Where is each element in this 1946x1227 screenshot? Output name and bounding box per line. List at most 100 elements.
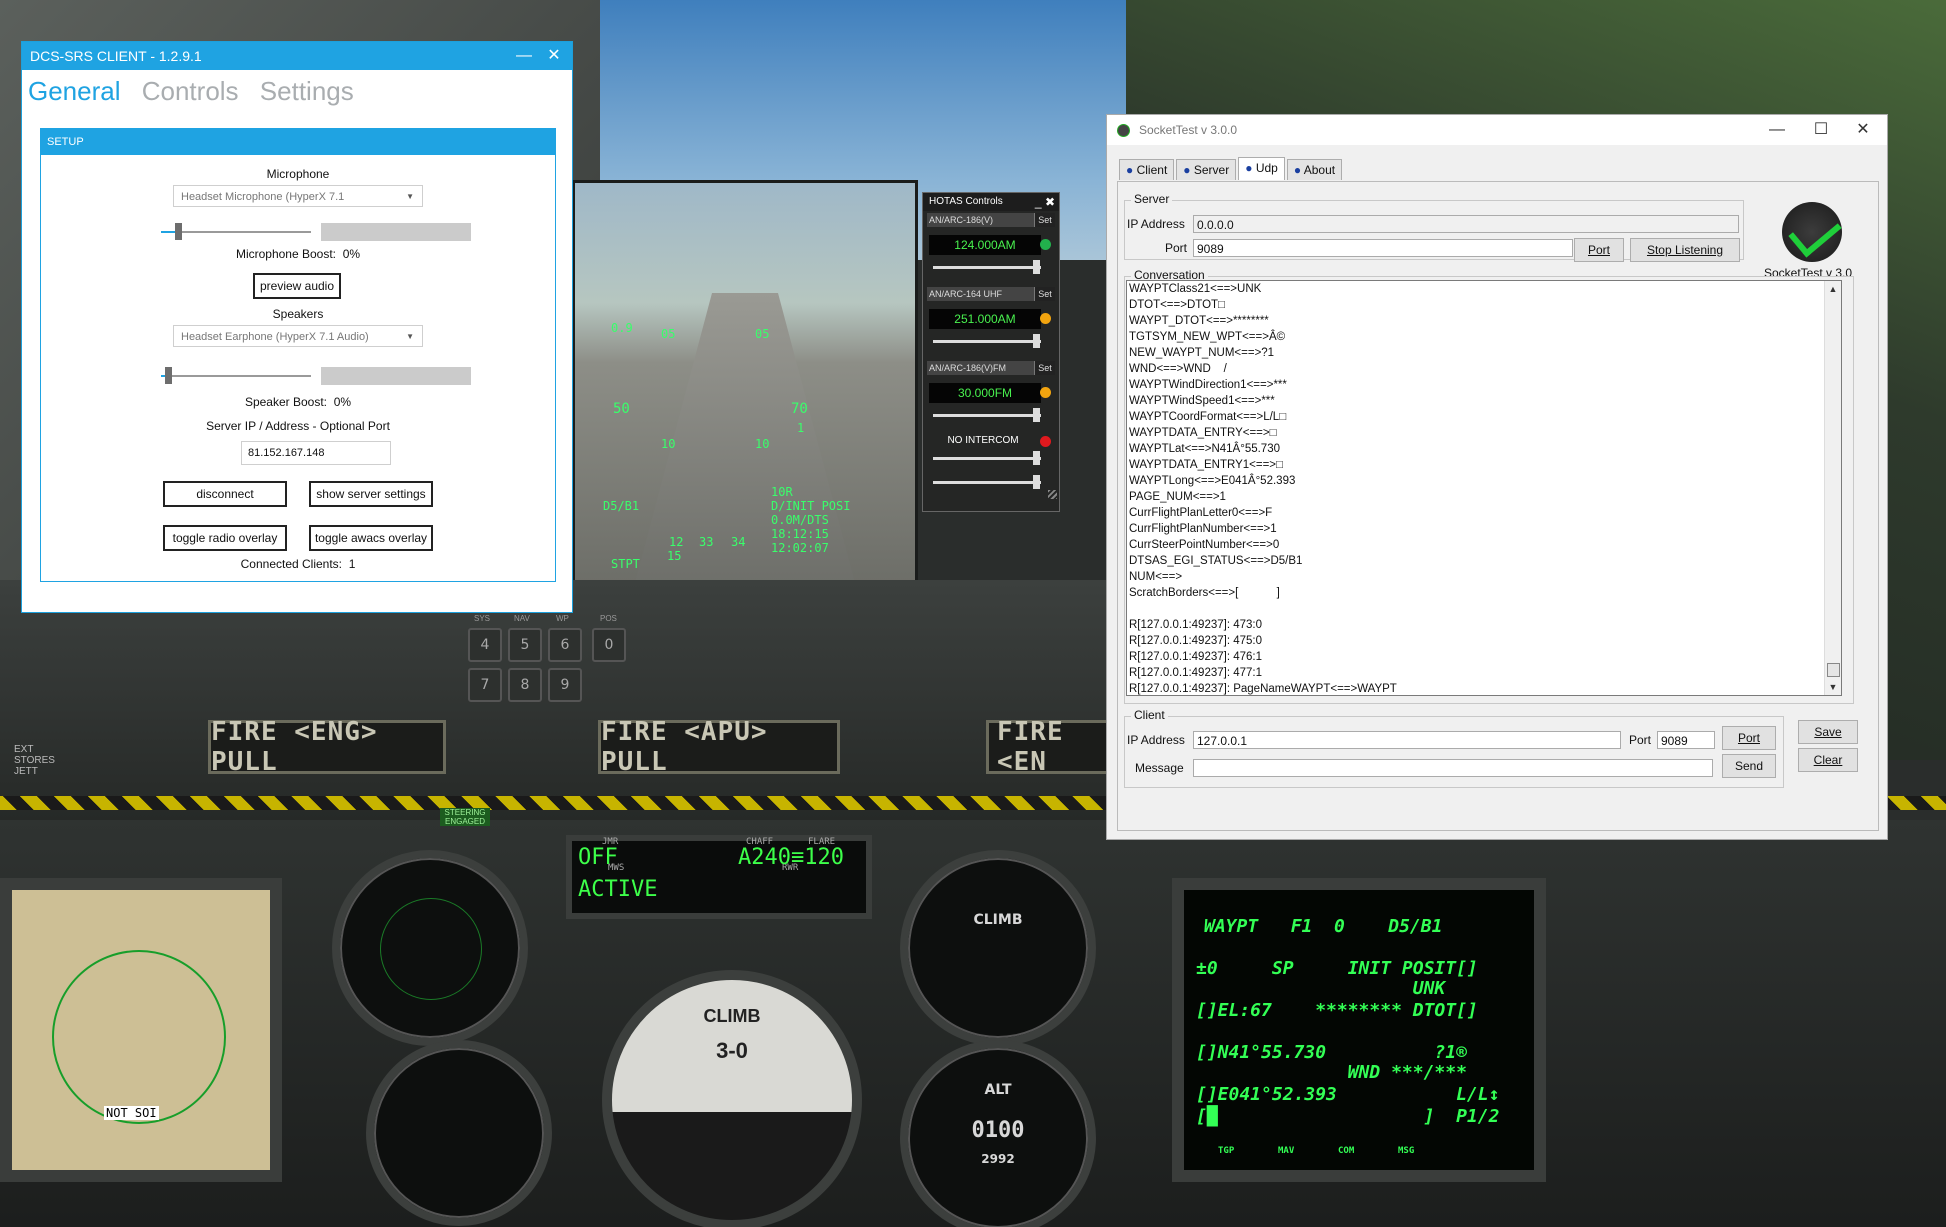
clear-button[interactable]: Clear [1798,748,1858,772]
toggle-radio-overlay-button[interactable]: toggle radio overlay [163,525,287,551]
srs-close-button[interactable]: ✕ [540,42,568,70]
hotas-title: HOTAS Controls [929,196,1003,207]
client-port-button[interactable]: Port [1722,726,1776,750]
conversation-log[interactable]: WAYPTClass21<==>UNK DTOT<==>DTOT□ WAYPT_DT… [1126,280,1842,696]
mfd-osb-tgp: TGP [1218,1146,1235,1156]
conversation-line: WAYPTWindDirection1<==>*** [1129,379,1287,391]
conversation-line: NUM<==> [1129,571,1183,583]
hud-right-scale-2: 1 [797,421,805,435]
intercom-volume-thumb[interactable] [1033,451,1040,465]
preview-audio-button[interactable]: preview audio [253,273,341,299]
client-group: Client IP Address 127.0.0.1 Port 9089 Me… [1124,708,1784,788]
radio-3-status-led[interactable] [1040,387,1051,398]
mic-level-meter [321,223,471,241]
conversation-line: WND<==>WND / [1129,363,1227,375]
tab-client-dot-icon: ● [1126,163,1134,177]
client-port-field[interactable]: 9089 [1657,731,1715,749]
tab-settings[interactable]: Settings [260,76,354,106]
master-volume-thumb[interactable] [1033,475,1040,489]
speaker-boost-slider-thumb[interactable] [165,367,172,384]
conversation-line: R[127.0.0.1:49237]: 477:1 [1129,667,1262,679]
radio-2-volume-thumb[interactable] [1033,334,1040,348]
send-button[interactable]: Send [1722,754,1776,778]
radio-2-set-button[interactable]: Set [1034,287,1055,301]
tab-server[interactable]: ● Server [1176,159,1237,180]
intercom-status-led[interactable] [1040,436,1051,447]
server-address-input[interactable]: 81.152.167.148 [241,441,391,465]
chevron-down-icon: ▼ [406,332,414,341]
hotas-titlebar[interactable]: HOTAS Controls _ ✖ [923,193,1059,211]
hotas-radio-overlay[interactable]: HOTAS Controls _ ✖ AN/ARC-186(V) Set 124.… [922,192,1060,512]
scrollbar-thumb[interactable] [1827,663,1840,677]
microphone-select[interactable]: Headset Microphone (HyperX 7.1 ▼ [173,185,423,207]
hud-wp-3: 0.0M/DTS [771,513,829,527]
sockettest-logo-icon [1782,202,1842,262]
conversation-line: R[127.0.0.1:49237]: 475:0 [1129,635,1262,647]
hotas-minimize-button[interactable]: _ [1035,195,1042,209]
radio-3-frequency[interactable]: 30.000FM [929,383,1041,403]
server-ip-field[interactable]: 0.0.0.0 [1193,215,1739,233]
resize-grip-icon[interactable] [1048,490,1057,499]
radio-2-frequency[interactable]: 251.000AM [929,309,1041,329]
message-input[interactable] [1193,759,1713,777]
show-server-settings-button[interactable]: show server settings [309,481,433,507]
intercom-volume-track[interactable] [933,457,1041,460]
speakers-select[interactable]: Headset Earphone (HyperX 7.1 Audio) ▼ [173,325,423,347]
radio-2-volume-track[interactable] [933,340,1041,343]
cdu-row-5: []N41°55.730 ?1® [1196,1042,1467,1063]
scroll-up-icon[interactable]: ▲ [1825,281,1841,297]
cdu-label-wp: WP [556,614,569,623]
master-volume-track[interactable] [933,481,1041,484]
hud-range-3: 34 [731,535,746,549]
hotas-close-icon[interactable]: ✖ [1045,195,1055,209]
mic-boost-slider-thumb[interactable] [175,223,182,240]
minimize-icon[interactable]: — [1757,115,1797,145]
mic-boost-slider[interactable] [161,223,311,240]
tab-general[interactable]: General [28,76,121,106]
server-port-button[interactable]: Port [1574,238,1624,262]
radio-2-status-led[interactable] [1040,313,1051,324]
hud-range-1: 12 [669,535,684,549]
vvi-climb-label: CLIMB [973,912,1023,928]
maximize-icon[interactable]: ☐ [1801,115,1841,145]
disconnect-button[interactable]: disconnect [163,481,287,507]
cdu-row-1: WAYPT F1 0 D5/B1 [1204,916,1443,937]
radio-1-status-led[interactable] [1040,239,1051,250]
tab-about-label: About [1303,163,1336,177]
client-ip-field[interactable]: 127.0.0.1 [1193,731,1621,749]
conversation-line: WAYPT_DTOT<==>******** [1129,315,1269,327]
conversation-line: R[127.0.0.1:49237]: 473:0 [1129,619,1262,631]
sockettest-titlebar[interactable]: SocketTest v 3.0.0 — ☐ ✕ [1107,115,1887,145]
radio-1-volume-track[interactable] [933,266,1041,269]
srs-minimize-button[interactable]: — [510,42,538,70]
speaker-boost-slider[interactable] [161,367,311,384]
radio-3-set-button[interactable]: Set [1034,361,1055,375]
tab-about[interactable]: ● About [1286,159,1343,180]
tab-server-dot-icon: ● [1183,163,1191,177]
server-port-field[interactable]: 9089 [1193,239,1573,257]
radio-1-volume-thumb[interactable] [1033,260,1040,274]
radio-3-volume-track[interactable] [933,414,1041,417]
server-group-label: Server [1131,192,1173,206]
radio-1-frequency[interactable]: 124.000AM [929,235,1041,255]
close-icon[interactable]: ✕ [1843,115,1883,145]
toggle-awacs-overlay-button[interactable]: toggle awacs overlay [309,525,433,551]
sockettest-tab-bar: ● Client ● Server ● Udp ● About [1119,157,1344,181]
tab-server-label: Server [1193,163,1230,177]
conversation-line: WAYPTDATA_ENTRY1<==>□ [1129,459,1283,471]
radio-3-name-label: AN/ARC-186(V)FM [929,363,1007,373]
client-ip-label: IP Address [1127,733,1185,747]
save-button[interactable]: Save [1798,720,1858,744]
conversation-scrollbar[interactable]: ▲ ▼ [1824,281,1841,695]
radio-1-set-button[interactable]: Set [1034,213,1055,227]
tab-controls[interactable]: Controls [142,76,239,106]
tab-client[interactable]: ● Client [1119,159,1175,180]
hud-ladder-4: 10 [755,437,770,451]
hud-wp-4: 18:12:15 [771,527,829,541]
tab-udp[interactable]: ● Udp [1238,157,1285,180]
scroll-down-icon[interactable]: ▼ [1825,679,1841,695]
stop-listening-button[interactable]: Stop Listening [1630,238,1740,262]
srs-titlebar[interactable]: DCS-SRS CLIENT - 1.2.9.1 — ✕ [22,42,572,70]
tab-udp-label: Udp [1255,161,1278,175]
radio-3-volume-thumb[interactable] [1033,408,1040,422]
